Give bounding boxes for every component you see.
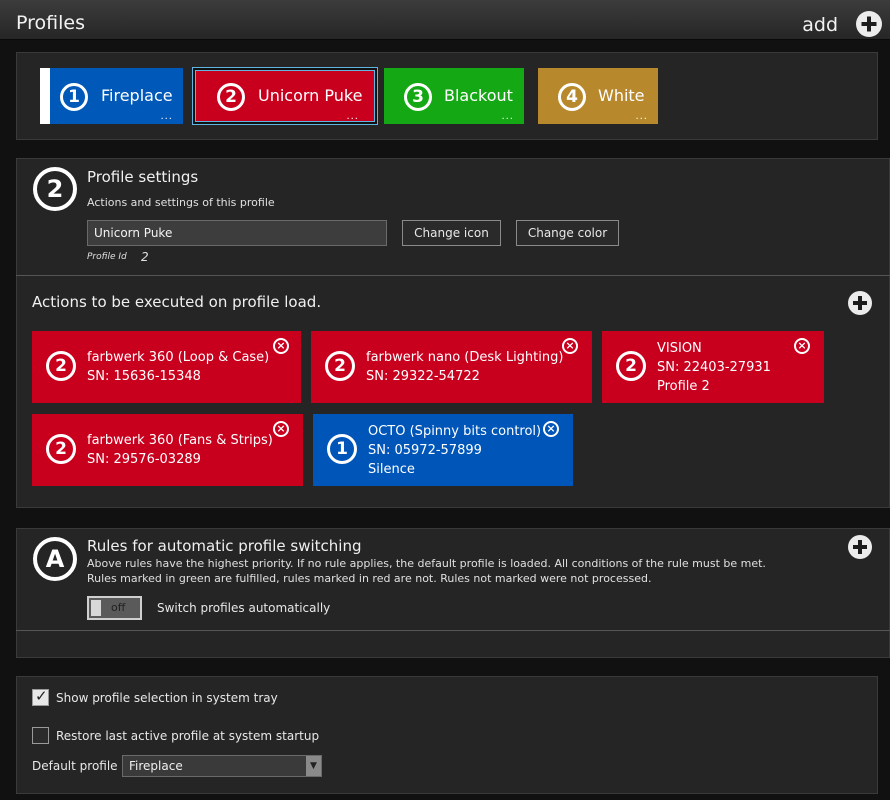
profile-menu-icon[interactable]: ... [501,112,514,122]
profile-tile-1[interactable]: 1 Fireplace ... [40,68,183,124]
section-divider [16,275,890,276]
profile-settings-subtitle: Actions and settings of this profile [87,196,275,209]
action-card[interactable]: 2 farbwerk nano (Desk Lighting) SN: 2932… [311,331,592,403]
default-profile-value: Fireplace [129,759,183,773]
profile-menu-icon[interactable]: ... [635,112,648,122]
show-tray-checkbox[interactable]: ✓ [32,687,49,706]
toggle-knob [91,600,101,616]
device-name: OCTO (Spinny bits control) [368,424,542,439]
default-profile-select[interactable]: Fireplace ▼ [122,755,322,777]
show-tray-label: Show profile selection in system tray [56,691,278,705]
device-name: farbwerk 360 (Fans & Strips) [87,433,273,448]
auto-switch-toggle[interactable]: off [87,596,142,620]
action-card[interactable]: 2 farbwerk 360 (Loop & Case) SN: 15636-1… [32,331,301,403]
profile-id-value: 2 [141,250,149,264]
profile-name: White [598,86,645,105]
title-bar: Profiles add [0,0,890,40]
rules-divider [16,630,890,631]
profile-menu-icon[interactable]: ... [160,112,173,122]
profile-number-icon: 2 [325,351,355,381]
device-name: farbwerk nano (Desk Lighting) [366,350,564,365]
rules-description-1: Above rules have the highest priority. I… [87,557,766,570]
device-serial: SN: 22403-27931 [657,360,771,375]
remove-action-close-icon[interactable]: × [273,338,289,354]
auto-switch-label: Switch profiles automatically [157,601,331,615]
profile-number-icon: 2 [46,351,76,381]
profile-name: Blackout [444,86,513,105]
action-card[interactable]: 1 OCTO (Spinny bits control) SN: 05972-5… [313,414,573,486]
rules-description-2: Rules marked in green are fulfilled, rul… [87,572,652,585]
profile-number-icon: 2 [217,83,245,111]
device-name: VISION [657,341,702,356]
profile-number-icon: 3 [404,83,432,111]
restore-profile-label: Restore last active profile at system st… [56,729,320,743]
add-action-plus-icon[interactable] [848,291,872,315]
profile-tile-2[interactable]: 2 Unicorn Puke ... [192,67,378,125]
profile-number-icon: 2 [616,351,646,381]
remove-action-close-icon[interactable]: × [543,421,559,437]
toggle-state: off [111,601,126,614]
remove-action-close-icon[interactable]: × [562,338,578,354]
remove-action-close-icon[interactable]: × [273,421,289,437]
change-icon-button[interactable]: Change icon [402,220,501,246]
change-color-button[interactable]: Change color [516,220,619,246]
profile-badge-icon: 2 [33,167,77,211]
action-card[interactable]: 2 VISION SN: 22403-27931 Profile 2 × [602,331,824,403]
add-profile-plus-icon[interactable] [856,11,882,37]
add-rule-plus-icon[interactable] [848,535,872,559]
profile-tile-4[interactable]: 4 White ... [538,68,658,124]
action-card[interactable]: 2 farbwerk 360 (Fans & Strips) SN: 29576… [32,414,303,486]
profile-name-input[interactable]: Unicorn Puke [87,220,387,246]
rules-title: Rules for automatic profile switching [87,537,362,555]
restore-profile-checkbox[interactable] [32,727,49,744]
device-serial: SN: 29322-54722 [366,369,480,384]
page-title: Profiles [16,12,85,34]
profile-number-icon: 1 [327,434,357,464]
device-serial: SN: 15636-15348 [87,369,201,384]
device-name: farbwerk 360 (Loop & Case) [87,350,270,365]
add-profile-label[interactable]: add [802,14,838,36]
device-profile: Profile 2 [657,379,710,394]
checkmark-icon: ✓ [35,687,48,705]
device-serial: SN: 29576-03289 [87,452,201,467]
remove-action-close-icon[interactable]: × [794,338,810,354]
profile-name: Fireplace [101,86,173,105]
actions-title: Actions to be executed on profile load. [32,293,322,311]
profile-tile-3[interactable]: 3 Blackout ... [384,68,524,124]
profile-menu-icon[interactable]: ... [346,112,359,122]
profile-number-icon: 1 [60,83,88,111]
rules-badge-icon: A [33,537,77,581]
profile-name: Unicorn Puke [258,86,363,105]
dropdown-arrow-icon[interactable]: ▼ [306,756,321,776]
profile-id-label: Profile Id [87,252,127,262]
device-profile: Silence [368,462,415,477]
profile-number-icon: 4 [558,83,586,111]
device-serial: SN: 05972-57899 [368,443,482,458]
profile-settings-title: Profile settings [87,168,199,186]
profile-number-icon: 2 [46,434,76,464]
default-profile-label: Default profile [32,759,118,773]
